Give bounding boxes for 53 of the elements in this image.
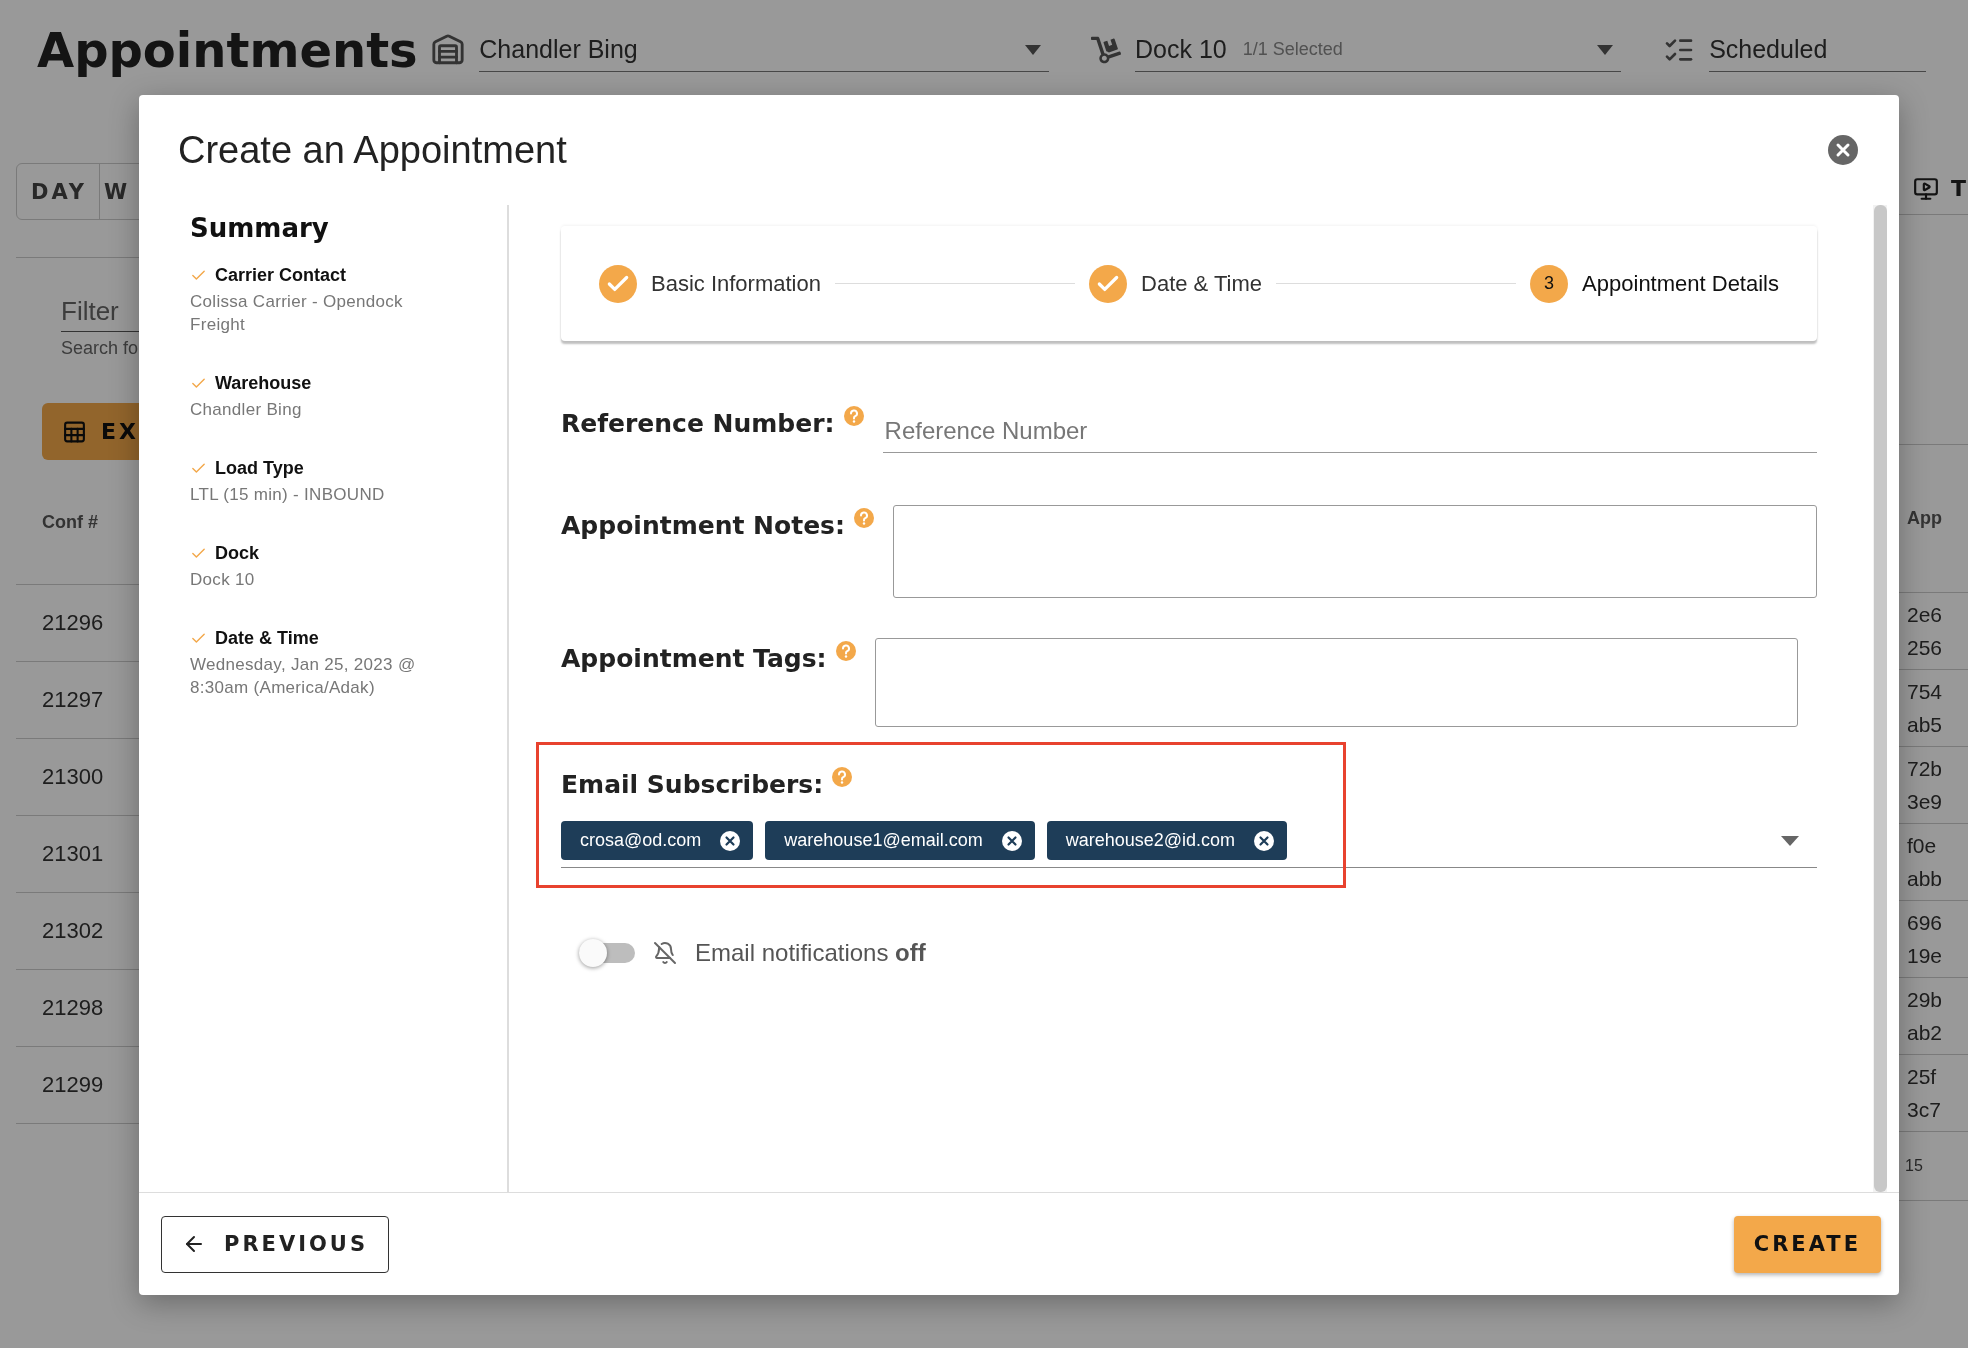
column-header: App [1906,507,1943,530]
summary-title: Summary [190,213,330,243]
close-icon[interactable] [1827,134,1859,166]
column-header: Conf # [41,510,99,534]
summary-value: Dock 10 [190,569,256,591]
step-label: Basic Information [651,270,821,297]
tags-field[interactable] [874,638,1798,727]
email-chip[interactable]: crosa@od.com [561,821,754,860]
status-select[interactable]: Scheduled [1709,28,1926,72]
field-label: Appointment Notes: [561,511,845,540]
email-chip[interactable]: warehouse2@id.com [1046,821,1288,860]
warehouse-icon [431,33,466,67]
email-chip[interactable]: warehouse1@email.com [765,821,1035,860]
previous-button[interactable]: PREVIOUS [161,1215,389,1273]
step-label: Date & Time [1141,270,1263,297]
field-label: Reference Number: [561,409,835,438]
summary-label: Carrier Contact [215,265,347,286]
summary-value: LTL (15 min) - INBOUND [190,484,386,506]
dialog-title: Create an Appointment [178,128,567,172]
notification-label: Email notifications off [695,939,926,967]
step-number: 3 [1530,264,1569,303]
monitor-play-icon [1913,175,1939,202]
summary-value: Chandler Bing [190,399,303,421]
filter-hint: Search fo [61,338,139,359]
dropdown-caret-icon[interactable] [1781,835,1799,846]
summary-value: Wednesday, Jan 25, 2023 @ 8:30am (America/Adak) [190,654,417,699]
export-button[interactable]: EX [42,403,139,460]
help-icon[interactable] [834,640,857,662]
summary-label: Date & Time [215,628,319,649]
summary-label: Warehouse [215,373,312,394]
remove-icon[interactable] [1000,829,1023,852]
dolly-icon [1091,35,1122,65]
page-title: Appointments [37,22,419,78]
remove-icon[interactable] [1253,829,1276,852]
step-label: Appointment Details [1582,270,1779,297]
summary-label: Dock [215,543,259,564]
caret-icon [1025,44,1042,55]
help-icon[interactable] [842,405,865,427]
create-button[interactable]: CREATE [1733,1215,1881,1273]
remove-icon[interactable] [719,829,742,852]
field-label: Appointment Tags: [561,644,827,673]
caret-icon [1597,44,1614,55]
summary-value: Colissa Carrier - Opendock Freight [190,291,404,336]
help-icon[interactable] [853,507,875,529]
help-icon[interactable] [831,766,854,788]
dock-select[interactable]: Dock 10 1/1 Selected [1135,28,1622,72]
summary-label: Load Type [215,458,304,479]
view-tab[interactable]: DAY [17,164,100,219]
warehouse-select[interactable]: Chandler Bing [479,28,1050,72]
bell-off-icon [653,941,677,965]
notes-field[interactable] [893,505,1817,598]
notification-toggle[interactable] [579,938,635,968]
field-label: Email Subscribers: [561,770,824,799]
